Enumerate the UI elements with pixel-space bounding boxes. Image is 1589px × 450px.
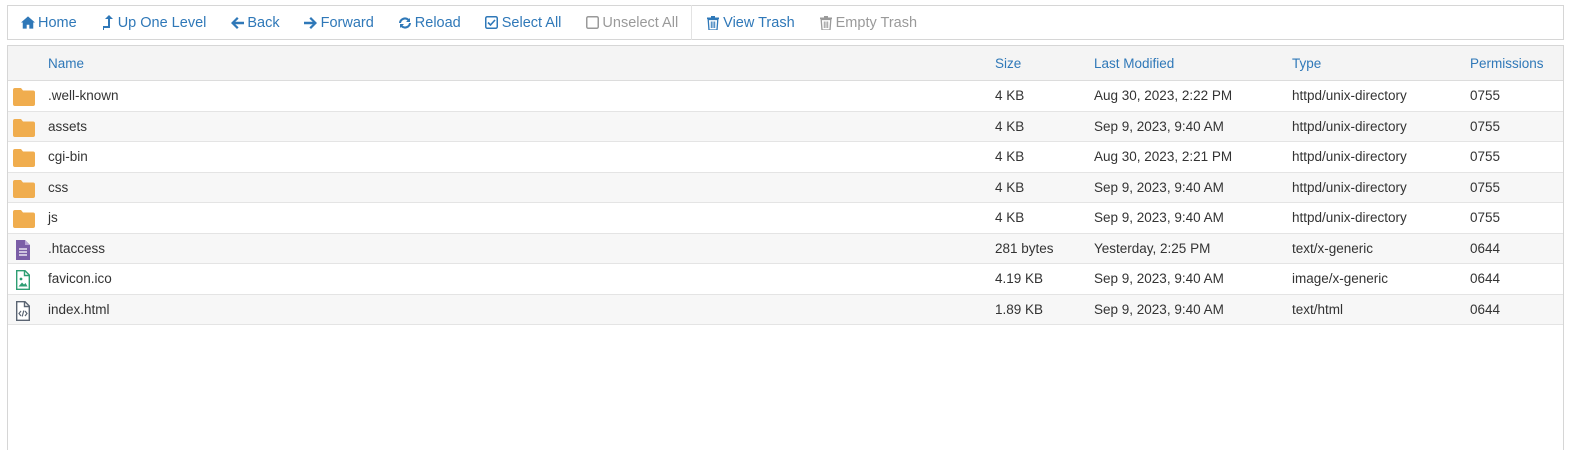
home-icon [21, 16, 35, 30]
text-file-icon [13, 239, 35, 260]
table-row[interactable]: assets 4 KB Sep 9, 2023, 9:40 AM httpd/unix… [8, 111, 1563, 142]
table-row[interactable]: favicon.ico 4.19 KB Sep 9, 2023, 9:40 AM im… [8, 264, 1563, 295]
up-one-level-button[interactable]: Up One Level [101, 6, 207, 39]
home-button[interactable]: Home [21, 6, 77, 39]
unselect-all-label: Unselect All [602, 14, 679, 31]
table-row[interactable]: .well-known 4 KB Aug 30, 2023, 2:22 PM http… [8, 81, 1563, 112]
view-trash-button[interactable]: View Trash [706, 6, 795, 39]
file-size: 4.19 KB [995, 271, 1044, 286]
file-size: 4 KB [995, 179, 1025, 195]
table-header: Name Size Last Modified Type Permissions [8, 46, 1563, 81]
file-type: httpd/unix-directory [1292, 118, 1407, 134]
file-size: 4 KB [995, 149, 1025, 164]
forward-button[interactable]: Forward [304, 6, 374, 39]
file-size: 4 KB [995, 88, 1025, 103]
file-list-table: Name Size Last Modified Type Permissions… [7, 45, 1564, 450]
file-last-modified: Aug 30, 2023, 2:22 PM [1094, 88, 1233, 103]
empty-trash-label: Empty Trash [835, 14, 918, 31]
file-type: httpd/unix-directory [1292, 179, 1407, 195]
file-last-modified: Sep 9, 2023, 9:40 AM [1094, 118, 1224, 134]
back-label: Back [247, 14, 280, 31]
arrow-left-icon [230, 16, 244, 30]
arrow-right-icon [304, 16, 318, 30]
file-name[interactable]: cgi-bin [48, 142, 88, 172]
table-row[interactable]: cgi-bin 4 KB Aug 30, 2023, 2:21 PM httpd/un… [8, 142, 1563, 173]
table-row[interactable]: css 4 KB Sep 9, 2023, 9:40 AM httpd/unix-di… [8, 172, 1563, 203]
file-type: image/x-generic [1292, 271, 1389, 286]
refresh-icon [398, 16, 412, 30]
file-last-modified: Sep 9, 2023, 9:40 AM [1094, 271, 1224, 286]
reload-button[interactable]: Reload [398, 6, 461, 39]
file-permissions: 0755 [1470, 118, 1501, 134]
file-last-modified: Aug 30, 2023, 2:21 PM [1094, 149, 1233, 164]
column-header-permissions[interactable]: Permissions [1470, 46, 1544, 81]
folder-icon [13, 118, 35, 137]
trash-icon [706, 15, 720, 30]
table-row[interactable]: index.html 1.89 KB Sep 9, 2023, 9:40 AM tex… [8, 294, 1563, 325]
file-type: httpd/unix-directory [1292, 210, 1407, 225]
empty-box-icon [585, 16, 599, 30]
home-label: Home [38, 14, 77, 31]
column-header-last-modified[interactable]: Last Modified [1094, 46, 1174, 81]
table-body: .well-known 4 KB Aug 30, 2023, 2:22 PM http… [8, 81, 1563, 325]
file-size: 281 bytes [995, 240, 1054, 256]
file-permissions: 0755 [1470, 88, 1501, 103]
trash-icon [819, 15, 833, 30]
back-button[interactable]: Back [230, 6, 280, 39]
file-size: 1.89 KB [995, 301, 1044, 317]
file-permissions: 0644 [1470, 271, 1501, 286]
empty-trash-button[interactable]: Empty Trash [819, 6, 917, 39]
file-name[interactable]: .well-known [48, 81, 119, 111]
code-file-icon [13, 300, 35, 321]
unselect-all-button[interactable]: Unselect All [585, 6, 678, 39]
file-last-modified: Yesterday, 2:25 PM [1094, 240, 1211, 256]
select-all-button[interactable]: Select All [485, 6, 562, 39]
table-row[interactable]: .htaccess 281 bytes Yesterday, 2:25 PM text… [8, 233, 1563, 264]
file-manager-toolbar: Home Up One Level Back Forward Reload Se… [7, 5, 1564, 40]
file-name[interactable]: js [48, 203, 58, 233]
column-header-type[interactable]: Type [1292, 46, 1321, 81]
table-row[interactable]: js 4 KB Sep 9, 2023, 9:40 AM httpd/unix-dir… [8, 203, 1563, 234]
file-size: 4 KB [995, 118, 1025, 134]
folder-icon [13, 148, 35, 167]
file-permissions: 0755 [1470, 179, 1501, 195]
folder-icon [13, 209, 35, 228]
file-name[interactable]: css [48, 173, 68, 203]
file-permissions: 0755 [1470, 149, 1501, 164]
file-type: httpd/unix-directory [1292, 149, 1407, 164]
folder-icon [13, 87, 35, 106]
reload-label: Reload [414, 14, 461, 31]
up-one-level-label: Up One Level [117, 14, 207, 31]
view-trash-label: View Trash [723, 14, 795, 31]
file-last-modified: Sep 9, 2023, 9:40 AM [1094, 210, 1224, 225]
folder-icon [13, 179, 35, 198]
checked-box-icon [485, 16, 499, 30]
toolbar-divider [691, 5, 693, 40]
image-file-icon [13, 270, 35, 290]
file-name[interactable]: index.html [48, 295, 110, 325]
file-last-modified: Sep 9, 2023, 9:40 AM [1094, 301, 1224, 317]
column-header-size[interactable]: Size [995, 46, 1021, 81]
file-permissions: 0644 [1470, 240, 1501, 256]
file-permissions: 0644 [1470, 301, 1501, 317]
select-all-label: Select All [501, 14, 562, 31]
file-name[interactable]: favicon.ico [48, 264, 112, 294]
file-name[interactable]: .htaccess [48, 234, 105, 264]
file-type: text/html [1292, 301, 1344, 317]
column-header-name[interactable]: Name [48, 46, 84, 81]
forward-label: Forward [320, 14, 374, 31]
file-last-modified: Sep 9, 2023, 9:40 AM [1094, 179, 1224, 195]
file-permissions: 0755 [1470, 210, 1501, 225]
file-type: text/x-generic [1292, 240, 1374, 256]
file-size: 4 KB [995, 210, 1025, 225]
file-name[interactable]: assets [48, 112, 87, 142]
level-up-icon [101, 15, 115, 30]
file-type: httpd/unix-directory [1292, 88, 1407, 103]
